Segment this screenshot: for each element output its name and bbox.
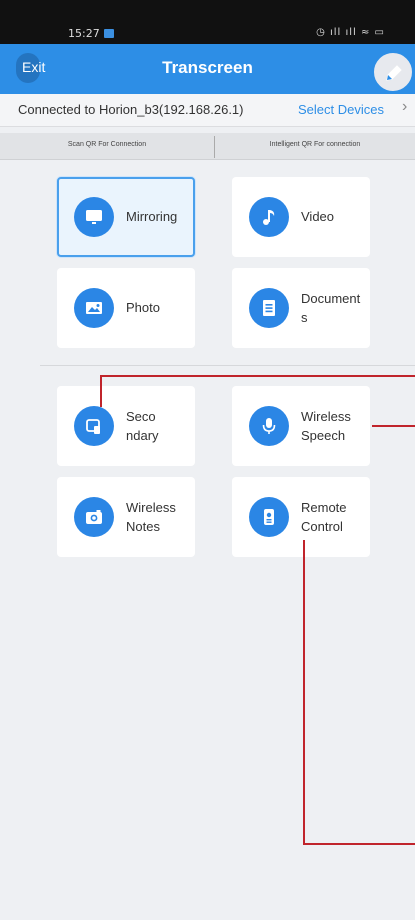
tile-label: Video bbox=[301, 209, 335, 224]
page-title: Transcreen bbox=[162, 58, 253, 77]
tile-label: Document s bbox=[301, 291, 361, 325]
pencil-icon bbox=[386, 65, 402, 81]
remote-control-icon bbox=[249, 497, 289, 537]
tile-label: Photo bbox=[126, 300, 160, 315]
monitor-icon bbox=[74, 197, 114, 237]
remote-control-tile[interactable]: Remote Control bbox=[232, 477, 370, 557]
annotation-line bbox=[303, 843, 415, 845]
annotation-line bbox=[100, 375, 102, 407]
annotation-line bbox=[303, 540, 305, 845]
status-indicators: ◷ ıll ıll ≈ ▭ bbox=[316, 27, 385, 38]
microphone-icon bbox=[249, 406, 289, 446]
photo-tile[interactable]: Photo bbox=[57, 268, 195, 348]
secondary-tile[interactable]: Seco ndary bbox=[57, 386, 195, 466]
music-note-icon bbox=[249, 197, 289, 237]
tile-label: Wireless Notes bbox=[126, 500, 176, 534]
edit-button[interactable] bbox=[372, 51, 414, 93]
camera-icon bbox=[74, 497, 114, 537]
document-icon bbox=[249, 288, 289, 328]
status-time: 15:27 bbox=[68, 27, 114, 40]
app-bar: Exit Transcreen bbox=[0, 44, 415, 94]
tile-label: Remote Control bbox=[301, 500, 347, 534]
section-divider bbox=[40, 365, 415, 366]
qr-tabs: Scan QR For Connection Intelligent QR Fo… bbox=[0, 133, 415, 160]
status-bar: 15:27 ◷ ıll ıll ≈ ▭ bbox=[0, 0, 415, 44]
documents-tile[interactable]: Document s bbox=[232, 268, 370, 348]
select-devices-link[interactable]: Select Devices bbox=[298, 102, 384, 117]
notification-icon bbox=[103, 29, 114, 38]
secondary-screen-icon bbox=[74, 406, 114, 446]
wireless-notes-tile[interactable]: Wireless Notes bbox=[57, 477, 195, 557]
annotation-line bbox=[372, 425, 415, 427]
annotation-line bbox=[100, 375, 415, 377]
scan-qr-tab[interactable]: Scan QR For Connection bbox=[0, 141, 214, 148]
chevron-right-icon[interactable]: › bbox=[402, 98, 407, 116]
video-tile[interactable]: Video bbox=[232, 177, 370, 257]
wireless-speech-tile[interactable]: Wireless Speech bbox=[232, 386, 370, 466]
tile-label: Wireless Speech bbox=[301, 409, 351, 443]
tile-label: Seco ndary bbox=[126, 409, 159, 443]
connection-bar: Connected to Horion_b3(192.168.26.1) Sel… bbox=[0, 94, 415, 127]
mirroring-tile[interactable]: Mirroring bbox=[57, 177, 195, 257]
intelligent-qr-tab[interactable]: Intelligent QR For connection bbox=[215, 141, 415, 148]
connection-status: Connected to Horion_b3(192.168.26.1) bbox=[18, 102, 244, 117]
tile-label: Mirroring bbox=[126, 209, 178, 224]
image-icon bbox=[74, 288, 114, 328]
